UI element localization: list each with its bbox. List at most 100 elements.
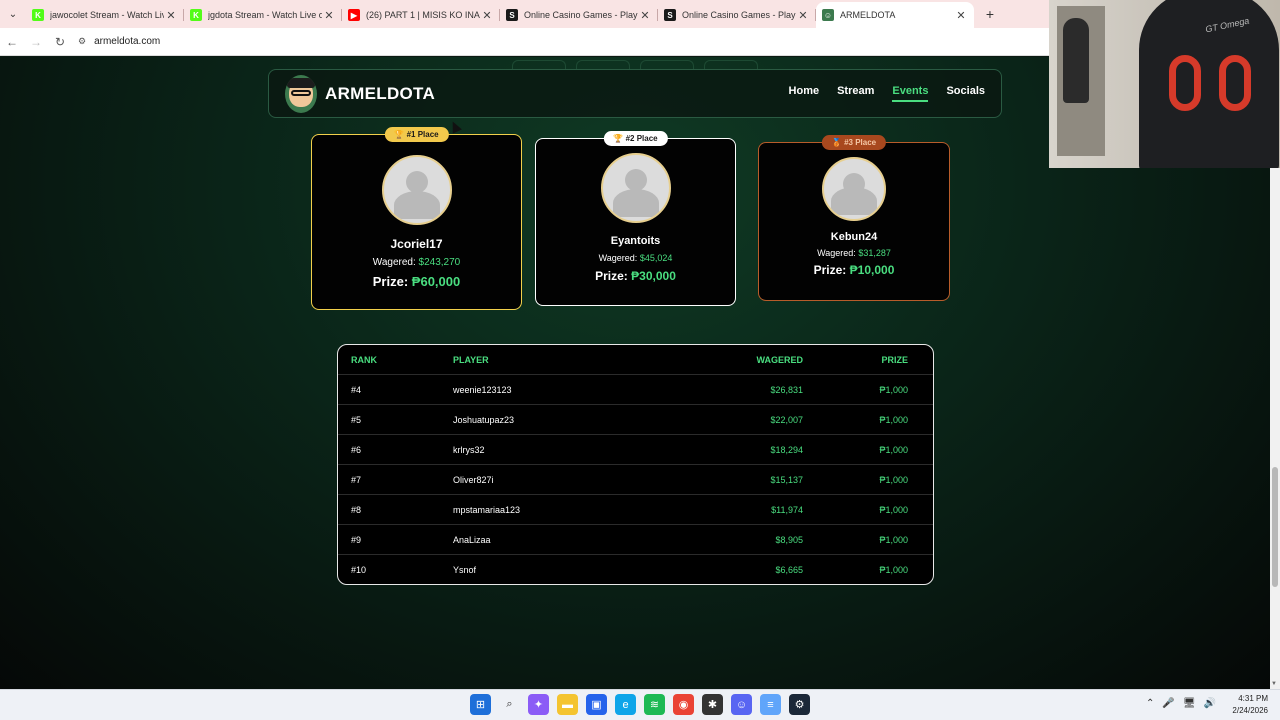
notepad-icon[interactable]: ≡ [760, 694, 781, 715]
chrome-icon[interactable]: ◉ [673, 694, 694, 715]
browser-tab-bar: ⌄ Kjawocolet Stream - Watch Live o✕Kjgdo… [0, 0, 1049, 28]
tab-close-icon[interactable]: ✕ [638, 9, 652, 22]
browser-tab[interactable]: Kjawocolet Stream - Watch Live o✕ [26, 2, 184, 28]
wagered-value: $31,287 [858, 248, 891, 258]
prize-value: ₱30,000 [631, 269, 676, 283]
podium-card-2nd: 🏆 #2 Place Eyantoits Wagered: $45,024 Pr… [535, 131, 736, 306]
tab-close-icon[interactable]: ✕ [480, 9, 494, 22]
header-player: PLAYER [453, 354, 489, 365]
cell-wagered: $6,665 [775, 565, 803, 575]
tab-close-icon[interactable]: ✕ [322, 9, 336, 22]
scroll-down-icon[interactable]: ▼ [1271, 681, 1277, 687]
cell-wagered: $8,905 [775, 534, 803, 545]
wagered-line: Wagered: $45,024 [598, 253, 673, 263]
cell-player: krlrys32 [453, 444, 485, 455]
cell-wagered: $26,831 [770, 384, 803, 395]
file-explorer-icon[interactable]: ▬ [557, 694, 578, 715]
tab-title: (26) PART 1 | MISIS KO INAGAW [366, 10, 480, 20]
cell-prize: ₱1,000 [879, 534, 908, 545]
tab-search-icon[interactable]: ⌄ [0, 0, 26, 28]
nav-link-events[interactable]: Events [892, 85, 929, 102]
site-navbar: ARMELDOTA Home Stream Events Socials [268, 69, 1002, 118]
cell-rank: #9 [351, 534, 362, 545]
tray-icon[interactable]: 🖥 [1183, 698, 1196, 709]
tab-title: jawocolet Stream - Watch Live o [50, 10, 164, 20]
store-icon[interactable]: ▣ [586, 694, 607, 715]
header-wagered: WAGERED [756, 354, 803, 365]
spotify-icon[interactable]: ≋ [644, 694, 665, 715]
cell-rank: #8 [351, 504, 362, 515]
scrollbar-thumb[interactable] [1272, 467, 1278, 587]
steam-icon[interactable]: ⚙ [789, 694, 810, 715]
url-text: armeldota.com [94, 36, 161, 47]
prize-value: ₱10,000 [849, 263, 895, 277]
tray-icon[interactable]: ⌃ [1146, 698, 1154, 709]
browser-tab[interactable]: ▶ (26) PART 1 | MISIS KO INAGAW✕ [342, 2, 500, 28]
cell-player: mpstamariaa123 [453, 504, 521, 515]
cell-player: Joshuatupaz23 [453, 414, 515, 425]
leaderboard-table: RANK PLAYER WAGERED PRIZE #4 weenie123123… [337, 344, 934, 585]
wagered-line: Wagered: $243,270 [372, 257, 461, 268]
site-info-icon[interactable]: ⚙ [78, 36, 86, 47]
tab-favicon-icon: S [664, 9, 676, 21]
cell-player: weenie123123 [453, 384, 512, 395]
table-row: #8 mpstamariaa123 $11,974 ₱1,000 [338, 495, 933, 525]
tab-title: jgdota Stream - Watch Live on K [208, 10, 322, 20]
cell-prize: ₱1,000 [879, 414, 908, 425]
browser-tab[interactable]: S Online Casino Games - Play Fre✕ [658, 2, 816, 28]
chair-brand-text: GT Omega [1204, 15, 1251, 35]
browser-tab[interactable]: S Online Casino Games - Play Fre✕ [500, 2, 658, 28]
podium-card-1st: 🏆 #1 Place Jcoriel17 Wagered: $243,270 P… [311, 127, 522, 310]
avatar [381, 155, 452, 225]
table-row: #9 AnaLizaa $8,905 ₱1,000 [338, 525, 933, 555]
app-icon[interactable]: ✱ [702, 694, 723, 715]
url-field[interactable]: ⚙ armeldota.com [78, 36, 160, 47]
brand-name[interactable]: ARMELDOTA [325, 84, 435, 104]
tab-close-icon[interactable]: ✕ [954, 9, 968, 22]
windows-start-icon[interactable]: ⊞ [470, 694, 491, 715]
prize-line: Prize: ₱60,000 [372, 274, 461, 289]
cell-player: AnaLizaa [453, 534, 491, 545]
webcam-overlay: GT Omega [1049, 0, 1280, 168]
clock[interactable]: 4:31 PM 2/24/2026 [1232, 693, 1268, 717]
player-name: Eyantoits [610, 235, 661, 247]
tab-favicon-icon: K [32, 9, 44, 21]
cell-wagered: $11,974 [771, 504, 803, 515]
nav-link-home[interactable]: Home [789, 85, 820, 102]
cell-prize: ₱1,000 [879, 384, 908, 395]
wagered-value: $243,270 [418, 257, 461, 268]
cell-prize: ₱1,000 [879, 504, 908, 515]
brand-logo-icon[interactable] [285, 74, 317, 113]
place-badge: 🥉 #3 Place [821, 135, 887, 150]
cell-wagered: $22,007 [770, 414, 803, 425]
browser-tab[interactable]: Kjgdota Stream - Watch Live on K✕ [184, 2, 342, 28]
browser-tab[interactable]: ☺ ARMELDOTA ✕ [816, 2, 974, 28]
search-icon[interactable]: ⌕ [499, 694, 520, 715]
cell-rank: #5 [351, 414, 362, 425]
discord-icon[interactable]: ☺ [731, 694, 752, 715]
tray-icon[interactable]: 🎤 [1162, 698, 1174, 709]
table-row: #6 krlrys32 $18,294 ₱1,000 [338, 435, 933, 465]
place-badge: 🏆 #2 Place [603, 131, 668, 146]
place-badge: 🏆 #1 Place [384, 127, 449, 142]
new-tab-button[interactable]: + [978, 6, 1002, 22]
reload-icon[interactable]: ↻ [48, 35, 72, 49]
forward-icon[interactable]: → [24, 35, 48, 49]
clock-time: 4:31 PM [1238, 694, 1268, 703]
avatar [822, 157, 886, 221]
nav-link-socials[interactable]: Socials [946, 85, 985, 102]
edge-icon[interactable]: e [615, 694, 636, 715]
cell-rank: #4 [351, 384, 362, 395]
tab-favicon-icon: ▶ [348, 9, 360, 21]
wagered-line: Wagered: $31,287 [817, 248, 891, 258]
back-icon[interactable]: ← [0, 35, 24, 49]
nav-link-stream[interactable]: Stream [837, 85, 874, 102]
tab-close-icon[interactable]: ✕ [164, 9, 178, 22]
copilot-icon[interactable]: ✦ [528, 694, 549, 715]
windows-taskbar: ⊞ ⌕ ✦ ▬ ▣ e ≋ ◉ ✱ ☺ ≡ ⚙ ⌃ 🎤 🖥 🔊 4:31 PM 2/24/2026 [0, 689, 1280, 720]
header-prize: PRIZE [881, 354, 908, 365]
tab-close-icon[interactable]: ✕ [796, 9, 810, 22]
tray-icon[interactable]: 🔊 [1204, 698, 1216, 709]
player-name: Jcoriel17 [390, 237, 443, 251]
tab-favicon-icon: S [506, 9, 518, 21]
